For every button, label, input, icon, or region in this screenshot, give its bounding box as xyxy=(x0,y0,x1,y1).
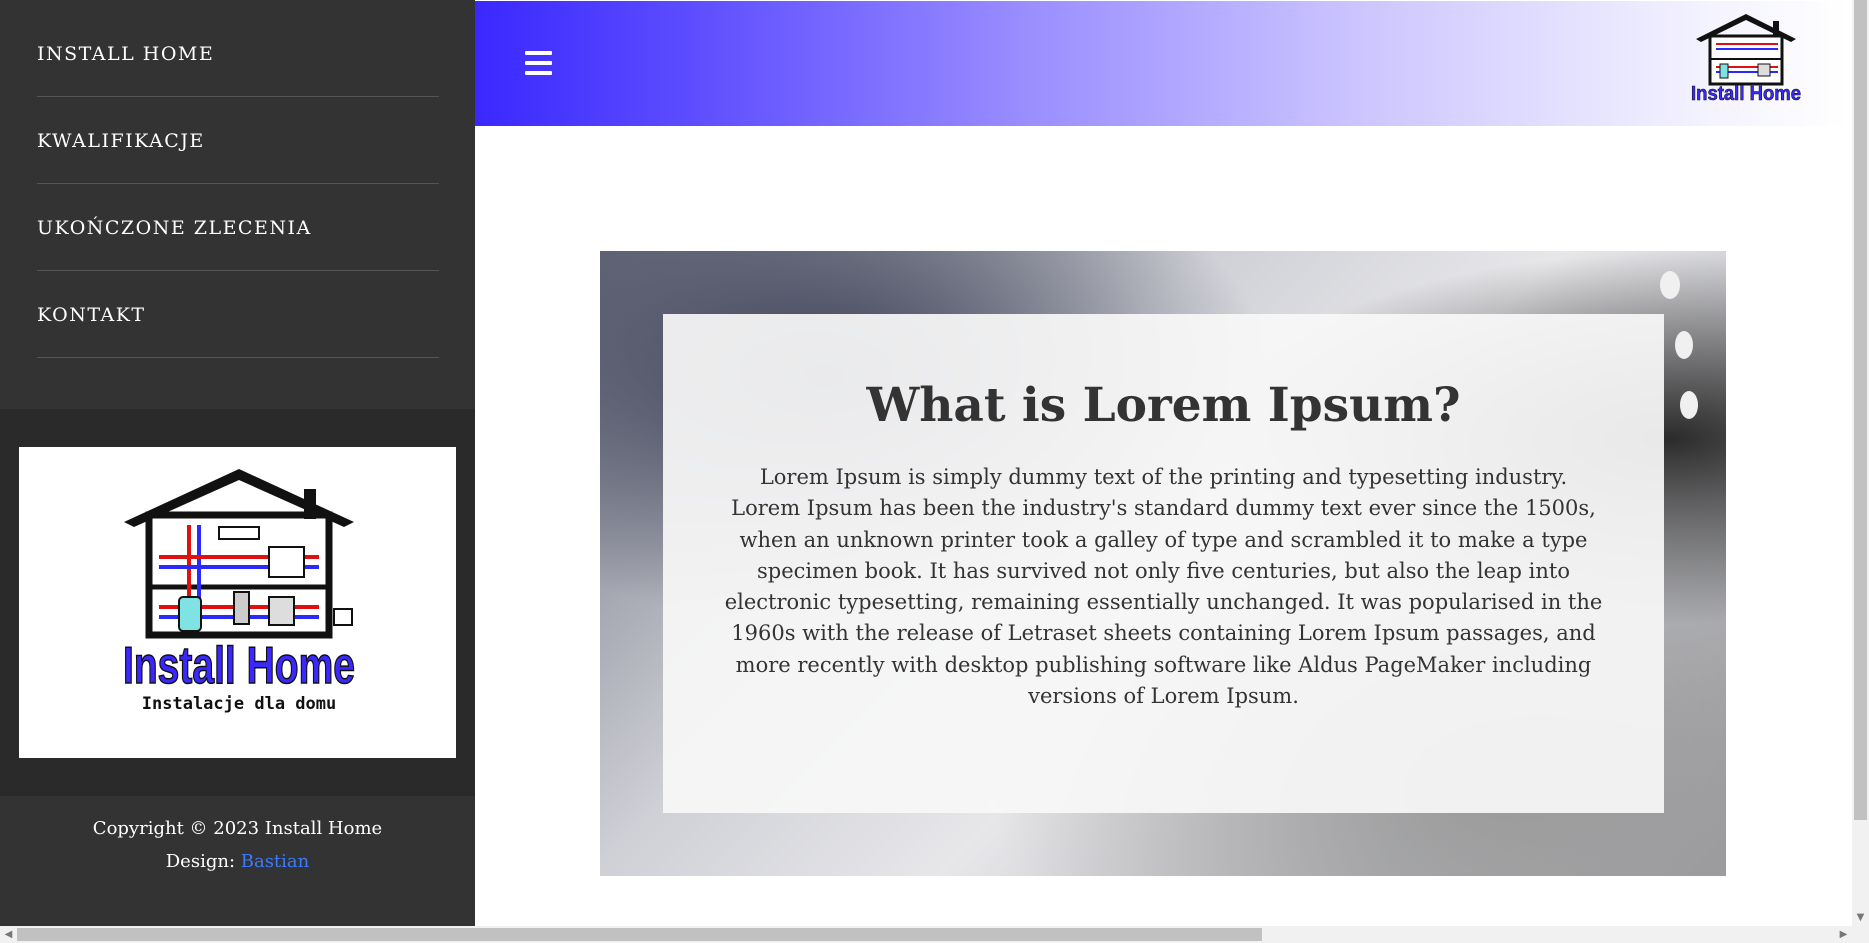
hero-banner: What is Lorem Ipsum? Lorem Ipsum is simp… xyxy=(600,251,1726,876)
sidebar-logo-band: Install Home Instalacje dla domu xyxy=(0,409,475,796)
vertical-scrollbar[interactable]: ▼ xyxy=(1852,0,1869,926)
scroll-right-arrow-icon[interactable]: ▶ xyxy=(1835,926,1852,943)
nav-item-kontakt[interactable]: KONTAKT xyxy=(37,271,439,358)
design-prefix: Design: xyxy=(165,851,241,872)
header-logo-text: Install Home xyxy=(1691,83,1801,104)
vertical-scrollbar-thumb[interactable] xyxy=(1854,0,1867,820)
nav-item-install-home[interactable]: INSTALL HOME xyxy=(37,10,439,97)
nav-item-kwalifikacje[interactable]: KWALIFIKACJE xyxy=(37,97,439,184)
content-body: Lorem Ipsum is simply dummy text of the … xyxy=(724,465,1603,709)
header-logo[interactable]: Install Home xyxy=(1688,9,1806,108)
sidebar: INSTALL HOME KWALIFIKACJE UKOŃCZONE ZLEC… xyxy=(0,0,475,926)
nav-item-ukonczone-zlecenia[interactable]: UKOŃCZONE ZLECENIA xyxy=(37,184,439,271)
hero-decor xyxy=(1660,271,1680,299)
copyright-text: Copyright © 2023 Install Home xyxy=(92,818,383,839)
scroll-down-arrow-icon[interactable]: ▼ xyxy=(1852,909,1869,926)
horizontal-scrollbar-thumb[interactable] xyxy=(17,928,1262,941)
hamburger-menu-icon[interactable] xyxy=(525,51,552,75)
install-home-logo: Install Home Instalacje dla domu xyxy=(122,469,356,714)
logo-tagline-text: Instalacje dla domu xyxy=(142,694,336,714)
sidebar-logo-card: Install Home Instalacje dla domu xyxy=(19,447,456,758)
logo-brand-text: Install Home xyxy=(123,637,355,695)
hero-decor xyxy=(1675,331,1693,359)
design-author-link[interactable]: Bastian xyxy=(241,851,310,872)
design-credit: Design: Bastian xyxy=(0,851,475,872)
top-header: Install Home xyxy=(475,1,1848,126)
content-card: What is Lorem Ipsum? Lorem Ipsum is simp… xyxy=(663,314,1664,813)
content-title: What is Lorem Ipsum? xyxy=(866,378,1461,433)
header-logo-icon: Install Home xyxy=(1691,14,1801,105)
sidebar-nav: INSTALL HOME KWALIFIKACJE UKOŃCZONE ZLEC… xyxy=(37,10,439,358)
hero-decor xyxy=(1680,391,1698,419)
horizontal-scrollbar[interactable]: ◀ ▶ xyxy=(0,926,1869,943)
scroll-left-arrow-icon[interactable]: ◀ xyxy=(0,926,17,943)
